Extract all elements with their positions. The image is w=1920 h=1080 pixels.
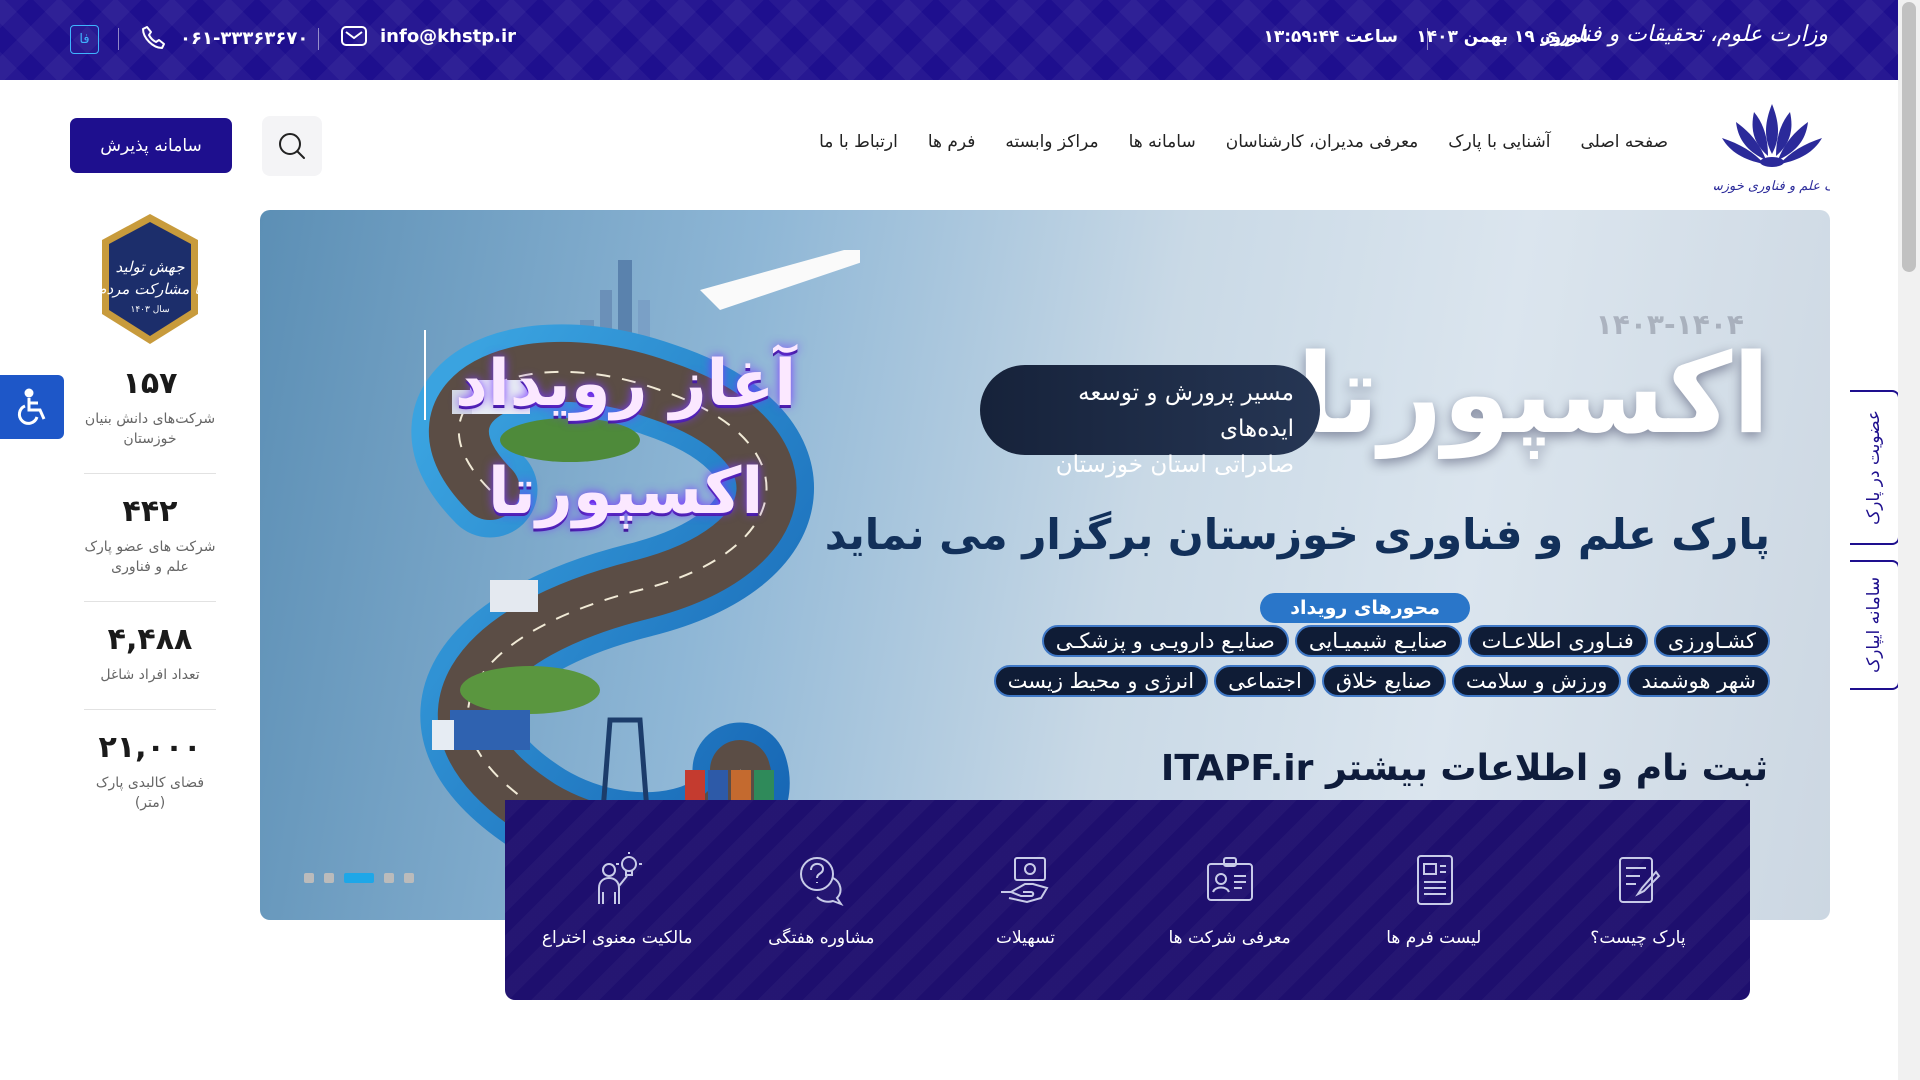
svg-text:با مشارکت مردم: با مشارکت مردم — [97, 280, 203, 298]
banner-axes-row2: شهر هوشمند ورزش و سلامت صنایع خلاق اجتما… — [980, 665, 1770, 697]
service-label: مالکیت معنوی اختراع — [541, 928, 693, 948]
service-label: پارک چیست؟ — [1590, 928, 1686, 948]
wheelchair-icon — [17, 388, 46, 425]
axis-chip: فنـاوری اطلاعـات — [1467, 625, 1648, 657]
banner-axes-row1: کشـاورزی فنـاوری اطلاعـات صنایـع شیمیـای… — [980, 625, 1770, 657]
membership-tab[interactable]: عضویت در پارک — [1850, 390, 1900, 545]
axis-chip: کشـاورزی — [1653, 625, 1770, 657]
stat-number: ۱۵۷ — [122, 366, 178, 401]
banner-start-line2: اکسپورتا — [487, 455, 764, 529]
service-facilities[interactable]: تسهیلات — [925, 852, 1125, 948]
stat-label: شرکت های عضو پارک علم و فناوری — [84, 539, 216, 575]
stat-space: ۲۱,۰۰۰ فضای کالبدی پارک (متر) — [84, 710, 216, 837]
stat-number: ۲۱,۰۰۰ — [98, 730, 202, 765]
nav-item-contact[interactable]: ارتباط با ما — [819, 132, 898, 152]
banner-axes-title: محورهای رویداد — [1260, 593, 1470, 623]
id-card-icon — [1206, 857, 1253, 901]
stat-number: ۴۴۲ — [122, 494, 178, 529]
divider — [318, 28, 319, 50]
banner-title: اکسپورتا — [1296, 330, 1770, 458]
stat-label: فضای کالبدی پارک (متر) — [95, 775, 205, 811]
axis-chip: صنایـع شیمیـایی — [1294, 625, 1462, 657]
service-companies[interactable]: معرفی شرکت ها — [1130, 852, 1330, 948]
nav-item-about[interactable]: آشنایی با پارک — [1448, 132, 1550, 152]
service-label: لیست فرم ها — [1386, 928, 1482, 948]
nav-item-home[interactable]: صفحه اصلی — [1581, 132, 1668, 152]
admission-portal-button[interactable]: سامانه پذیرش — [70, 118, 232, 173]
slider-dot[interactable] — [304, 873, 314, 883]
document-edit-icon — [1618, 857, 1661, 903]
language-switch[interactable]: فا — [70, 25, 99, 54]
divider — [1427, 28, 1428, 50]
banner-host-text: پارک علم و فناوری خوزستان برگزار می نمای… — [824, 510, 1770, 559]
svg-text:سال ۱۴۰۳: سال ۱۴۰۳ — [130, 305, 169, 315]
year-slogan-badge: جهش تولید با مشارکت مردم سال ۱۴۰۳ — [97, 214, 203, 344]
axis-chip: شهر هوشمند — [1627, 665, 1770, 697]
axis-chip: انرژی و محیط زیست — [993, 665, 1209, 697]
hand-money-icon — [1001, 857, 1049, 904]
banner-start-text: آغاز رویداد اکسپورتا — [455, 330, 796, 546]
nav-item-centers[interactable]: مراکز وابسته — [1005, 132, 1098, 152]
service-label: مشاوره هفتگی — [768, 928, 875, 948]
page-scrollbar[interactable] — [1898, 0, 1920, 1080]
banner-register-text: ثبت نام و اطلاعات بیشتر ITAPF.ir — [1160, 748, 1768, 789]
park-logo[interactable]: پارک علم و فناوری خوزستان — [1714, 94, 1830, 202]
stat-member-companies: ۴۴۲ شرکت های عضو پارک علم و فناوری — [84, 474, 216, 602]
stats-sidebar: جهش تولید با مشارکت مردم سال ۱۴۰۳ ۱۵۷ شر… — [70, 210, 230, 837]
service-consulting[interactable]: مشاوره هفتگی — [721, 852, 921, 948]
top-bar: وزارت علوم، تحقیقات و فناوری امروز ۱۹ به… — [0, 0, 1898, 80]
divider — [118, 28, 119, 50]
nav-item-forms[interactable]: فرم ها — [928, 132, 976, 152]
phone-link[interactable]: ۰۶۱-۳۳۳۶۳۶۷۰ — [140, 24, 308, 52]
nav-menu: صفحه اصلی آشنایی با پارک معرفی مدیران، ک… — [819, 132, 1668, 152]
email-text: info@khstp.ir — [380, 25, 517, 47]
slider-dot[interactable] — [404, 873, 414, 883]
accessibility-button[interactable] — [0, 375, 64, 439]
service-label: معرفی شرکت ها — [1168, 928, 1291, 948]
svg-text:جهش تولید: جهش تولید — [116, 258, 186, 276]
banner-subtitle-line2: صادراتی استان خوزستان — [1055, 452, 1294, 478]
service-intellectual-property[interactable]: مالکیت معنوی اختراع — [517, 852, 717, 948]
current-time: ساعت ۱۳:۵۹:۴۴ — [1263, 27, 1399, 47]
services-bar: پارک چیست؟ لیست فرم ها معرفی شرکت ها تسه… — [505, 800, 1750, 1000]
slider-dot-active[interactable] — [344, 873, 374, 883]
search-icon — [279, 133, 305, 159]
email-link[interactable]: info@khstp.ir — [340, 24, 516, 48]
axis-chip: صنایع خلاق — [1321, 665, 1446, 697]
svg-text:پارک علم و فناوری خوزستان: پارک علم و فناوری خوزستان — [1714, 179, 1830, 194]
slider-dot[interactable] — [324, 873, 334, 883]
stat-number: ۴,۴۸۸ — [107, 622, 193, 657]
search-button[interactable] — [262, 116, 322, 176]
stat-label: تعداد افراد شاغل — [100, 667, 200, 683]
today-date: امروز ۱۹ بهمن ۱۴۰۳ — [1416, 27, 1588, 47]
nav-item-systems[interactable]: سامانه ها — [1129, 132, 1196, 152]
stat-knowledge-based: ۱۵۷ شرکت‌های دانش بنیان خوزستان — [84, 354, 216, 474]
phone-text: ۰۶۱-۳۳۳۶۳۶۷۰ — [180, 27, 309, 49]
mail-icon — [341, 26, 367, 46]
main-navigation: پارک علم و فناوری خوزستان صفحه اصلی آشنا… — [0, 80, 1898, 210]
nav-item-managers[interactable]: معرفی مدیران، کارشناسان — [1226, 132, 1419, 152]
stat-label: شرکت‌های دانش بنیان خوزستان — [84, 411, 216, 447]
scrollbar-thumb[interactable] — [1902, 2, 1916, 272]
stat-employees: ۴,۴۸۸ تعداد افراد شاغل — [84, 602, 216, 710]
ipark-tab[interactable]: سامانه ایپارک — [1850, 560, 1900, 690]
axis-chip: صنایـع دارویـی و پزشکـی — [1041, 625, 1289, 657]
axis-chip: اجتماعی — [1214, 665, 1316, 697]
slider-dot[interactable] — [384, 873, 394, 883]
banner-subtitle-line1: مسیر پرورش و توسعه ایده‌های — [1078, 380, 1294, 442]
chat-question-icon — [800, 857, 844, 907]
service-what-is-park[interactable]: پارک چیست؟ — [1538, 852, 1738, 948]
banner-subtitle: مسیر پرورش و توسعه ایده‌های صادراتی استا… — [980, 365, 1320, 478]
banner-start-line1: آغاز رویداد — [455, 347, 797, 421]
inventor-bulb-icon — [598, 852, 643, 904]
forms-list-icon — [1416, 855, 1453, 905]
phone-icon — [142, 26, 165, 49]
service-label: تسهیلات — [995, 928, 1055, 948]
slider-dots — [304, 873, 414, 883]
service-forms-list[interactable]: لیست فرم ها — [1334, 852, 1534, 948]
axis-chip: ورزش و سلامت — [1451, 665, 1622, 697]
